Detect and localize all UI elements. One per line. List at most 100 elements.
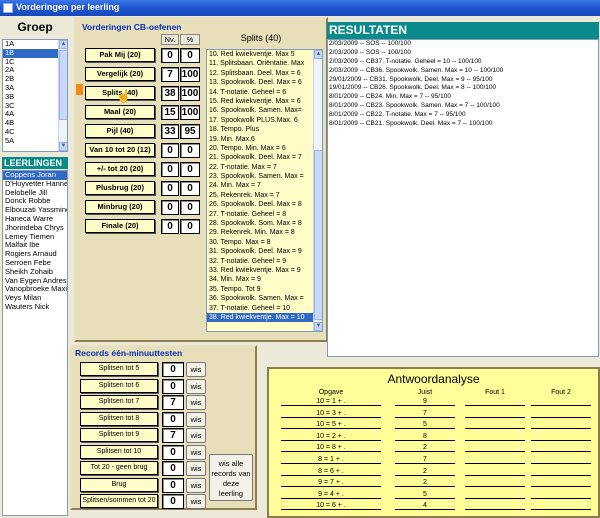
- vordering-button[interactable]: Vergelijk (20): [85, 67, 155, 81]
- leerling-item[interactable]: Van Eygen Andres: [3, 277, 67, 286]
- splits-item[interactable]: 23. Spookwolk. Samen. Max =: [207, 172, 322, 181]
- wis-button[interactable]: wis: [186, 411, 206, 427]
- leerling-item[interactable]: Donck Robbe: [3, 197, 67, 206]
- resultaat-item[interactable]: 2/03/2009 -- SOS -- 100/100: [328, 49, 598, 58]
- resultaat-item[interactable]: 2/03/2009 -- CB37. T-notatie. Geheel = 1…: [328, 58, 598, 67]
- splits-item[interactable]: 34. Min. Max = 9: [207, 275, 322, 284]
- leerling-item[interactable]: Sheikh Zohaib: [3, 268, 67, 277]
- splits-item[interactable]: 27. T-notatie. Geheel = 8: [207, 210, 322, 219]
- leerling-item[interactable]: Lemey Tiemen: [3, 233, 67, 242]
- leerling-item[interactable]: Rogiers Arnaud: [3, 250, 67, 259]
- splits-item[interactable]: 24. Min. Max = 7: [207, 181, 322, 190]
- splits-item[interactable]: 26. Spookwolk. Deel. Max = 8: [207, 200, 322, 209]
- splits-item[interactable]: 17. Spookwolk PLUS.Max. 6: [207, 116, 322, 125]
- vordering-pct-value: 0: [180, 200, 200, 215]
- record-value: 0: [162, 411, 184, 427]
- vordering-button[interactable]: Finale (20): [85, 219, 155, 233]
- juist-cell: 7: [395, 410, 455, 418]
- leerling-item[interactable]: Veys Milan: [3, 294, 67, 303]
- scroll-thumb[interactable]: [59, 50, 67, 120]
- splits-item[interactable]: 28. Spookwolk. Som. Max = 8: [207, 219, 322, 228]
- leerling-item[interactable]: Malfait Ibe: [3, 241, 67, 250]
- record-label: Splitsen tot 9: [80, 428, 158, 442]
- resultaat-item[interactable]: 19/01/2009 -- CB26. Spookwolk. Deel. Max…: [328, 84, 598, 93]
- splits-item[interactable]: 33. Red kwiekventje. Max = 9: [207, 266, 322, 275]
- vordering-button[interactable]: Minbrug (20): [85, 200, 155, 214]
- splits-item[interactable]: 29. Rekenrek. Min. Max = 8: [207, 228, 322, 237]
- splits-item[interactable]: 32. T-notatie. Geheel = 9: [207, 257, 322, 266]
- wis-button[interactable]: wis: [186, 444, 206, 460]
- resultaat-item[interactable]: 8/01/2009 -- CB21. Spookwolk. Deel. Max …: [328, 120, 598, 129]
- resultaten-list[interactable]: 2/03/2009 -- SOS -- 100/100 2/03/2009 -- …: [327, 39, 599, 357]
- resultaat-item[interactable]: 8/01/2009 -- CB23. Spookwolk. Samen. Max…: [328, 102, 598, 111]
- scroll-down-icon[interactable]: ▼: [59, 142, 67, 151]
- vordering-pct-value: 100: [180, 86, 200, 101]
- wis-button[interactable]: wis: [186, 461, 206, 476]
- leerling-item[interactable]: Jhorindeba Chrys: [3, 224, 67, 233]
- splits-item[interactable]: 20. Tempo. Min. Max = 6: [207, 144, 322, 153]
- splits-item[interactable]: 13. Spookwolk. Deel. Max = 6: [207, 78, 322, 87]
- splits-scrollbar[interactable]: ▲ ▼: [313, 50, 322, 331]
- fout2-cell: [531, 468, 591, 476]
- resultaat-item[interactable]: 2/03/2009 -- CB36. Spookwolk. Samen. Max…: [328, 67, 598, 76]
- leerling-item[interactable]: Vanopbroeke Maxi: [3, 285, 67, 294]
- wis-button[interactable]: wis: [186, 494, 206, 509]
- title-bar: Vorderingen per leerling: [0, 0, 600, 16]
- groep-scrollbar[interactable]: ▲ ▼: [58, 40, 67, 151]
- scroll-thumb[interactable]: [314, 150, 322, 320]
- splits-item[interactable]: 36. Spookwolk. Samen. Max =: [207, 294, 322, 303]
- vordering-button[interactable]: +/- tot 20 (20): [85, 162, 155, 176]
- scroll-up-icon[interactable]: ▲: [59, 40, 67, 49]
- resultaat-item[interactable]: 2/03/2009 -- SOS -- 100/100: [328, 40, 598, 49]
- leerling-item[interactable]: Serroen Febe: [3, 259, 67, 268]
- scroll-up-icon[interactable]: ▲: [314, 50, 322, 59]
- vordering-button[interactable]: Maal (20): [85, 105, 155, 119]
- splits-item[interactable]: 21. Spookwolk. Deel. Max = 7: [207, 153, 322, 162]
- opgave-cell: 10 = 8 + .: [281, 444, 381, 453]
- wis-button[interactable]: wis: [186, 477, 206, 493]
- leerlingen-list[interactable]: Coppens Joran D'Huyvetter Hanne Delobelle …: [2, 170, 68, 516]
- splits-item[interactable]: 18. Tempo. Plus: [207, 125, 322, 134]
- splits-item[interactable]: 38. Red kwiekventje. Max = 10: [207, 312, 322, 323]
- leerling-item[interactable]: Coppens Joran: [3, 171, 67, 180]
- vordering-button[interactable]: Pak Mij (20): [85, 48, 155, 62]
- splits-item[interactable]: 30. Tempo. Max = 8: [207, 238, 322, 247]
- leerling-item[interactable]: Haneca Warre: [3, 215, 67, 224]
- wis-button[interactable]: wis: [186, 395, 206, 410]
- resultaat-item[interactable]: 29/01/2009 -- CB31. Spookwolk. Deel. Max…: [328, 76, 598, 85]
- splits-item[interactable]: 22. T-notatie. Max = 7: [207, 163, 322, 172]
- splits-item[interactable]: 10. Red kwiekventje. Max 5: [207, 50, 322, 59]
- vordering-button[interactable]: Van 10 tot 20 (12): [85, 143, 155, 157]
- vordering-button[interactable]: Plusbrug (20): [85, 181, 155, 195]
- vordering-pct-value: 0: [180, 143, 200, 158]
- wis-button[interactable]: wis: [186, 362, 206, 377]
- leerling-item[interactable]: D'Huyvetter Hanne: [3, 180, 67, 189]
- splits-list[interactable]: ▲ ▼ 10. Red kwiekventje. Max 5 11. Splits…: [206, 49, 323, 332]
- wis-button[interactable]: wis: [186, 378, 206, 394]
- wis-alle-records-button[interactable]: wis alle records van deze leerling: [209, 454, 253, 501]
- splits-item[interactable]: 16. Spookwolk. Samen. Max=: [207, 106, 322, 115]
- vorderingen-panel: Vorderingen CB-oefenen Nv. % Pak Mij (20…: [74, 17, 328, 342]
- splits-item[interactable]: 14. T-notatie. Geheel = 6: [207, 88, 322, 97]
- scroll-down-icon[interactable]: ▼: [314, 322, 322, 331]
- juist-cell: 2: [395, 479, 455, 488]
- splits-item[interactable]: 12. Splitsbaan. Deel. Max = 6: [207, 69, 322, 78]
- fout1-cell: [465, 491, 525, 499]
- splits-item[interactable]: 37. T-notatie. Geheel = 10: [207, 304, 322, 313]
- leerling-item[interactable]: Elbouzati Yassmine: [3, 206, 67, 215]
- resultaat-item[interactable]: 8/01/2009 -- CB22. T-notatie. Max = 7 --…: [328, 111, 598, 120]
- leerling-item[interactable]: Delobelle Jill: [3, 189, 67, 198]
- leerling-item[interactable]: Wauters Nick: [3, 303, 67, 312]
- splits-item[interactable]: 25. Rekenrek. Max = 7: [207, 191, 322, 200]
- resultaat-item[interactable]: 8/01/2009 -- CB24. Min. Max = 7 -- 95/10…: [328, 93, 598, 102]
- vordering-button[interactable]: Pijl (40): [85, 124, 155, 138]
- splits-item[interactable]: 35. Tempo. Tot 9: [207, 285, 322, 294]
- splits-item[interactable]: 11. Splitsbaan. Oriëntatie. Max: [207, 59, 322, 68]
- splits-item[interactable]: 19. Min. Max.6: [207, 135, 322, 144]
- juist-cell: 7: [395, 456, 455, 464]
- splits-item[interactable]: 31. Spookwolk. Deel. Max = 9: [207, 247, 322, 256]
- wis-button[interactable]: wis: [186, 428, 206, 443]
- splits-item[interactable]: 15. Red kwiekventje. Max = 6: [207, 97, 322, 106]
- groep-list[interactable]: 1A 1B 1C 2A 2B 3A 3B 3C 4A 4B 4C 5A ▲ ▼: [2, 39, 68, 152]
- vordering-nv-value: 7: [161, 67, 179, 82]
